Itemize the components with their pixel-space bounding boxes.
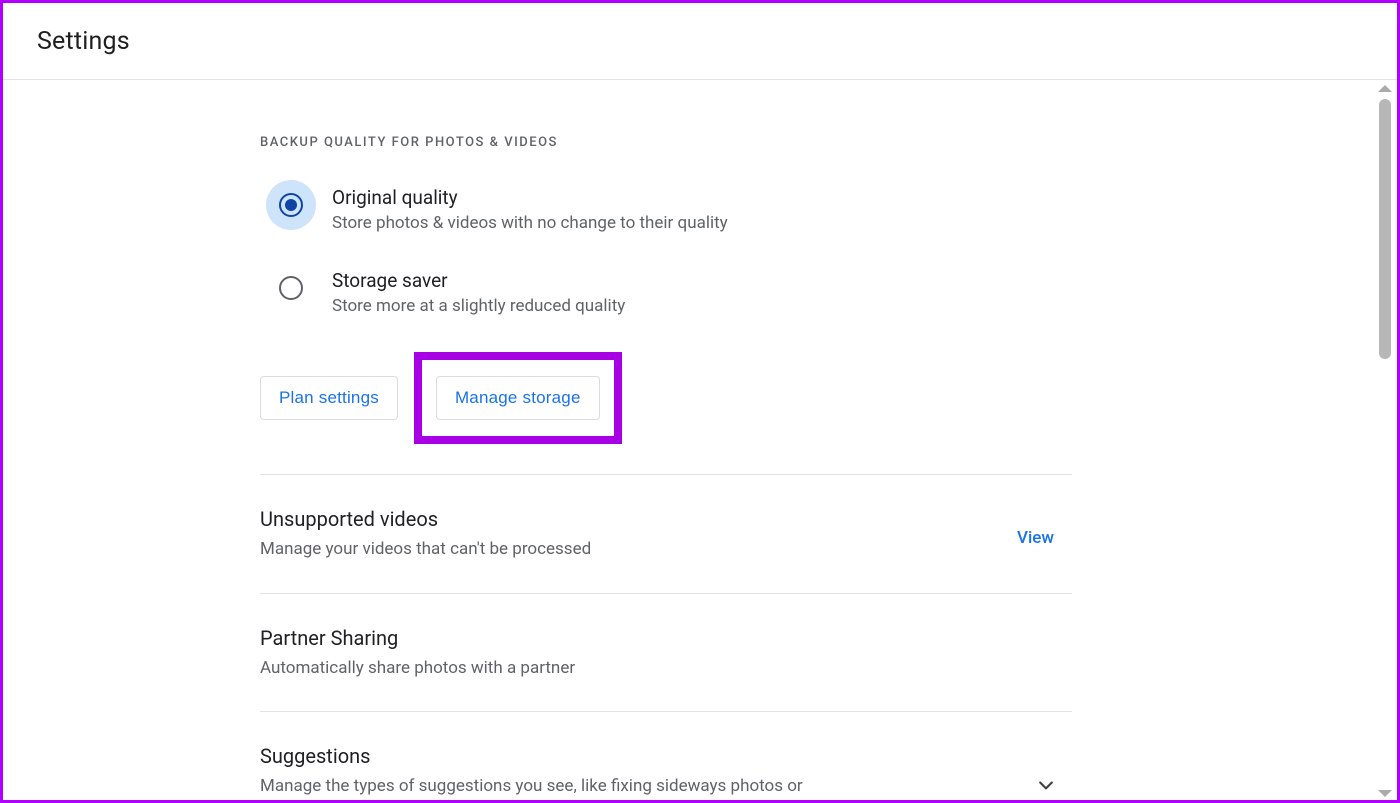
app-frame: Settings BACKUP QUALITY FOR PHOTOS & VID…	[0, 0, 1400, 803]
setting-title: Suggestions	[260, 744, 1016, 768]
view-link[interactable]: View	[1017, 528, 1054, 548]
backup-quality-section-label: BACKUP QUALITY FOR PHOTOS & VIDEOS	[260, 135, 1072, 150]
setting-row-unsupported-videos[interactable]: Unsupported videos Manage your videos th…	[260, 475, 1072, 594]
storage-buttons-row: Plan settings Manage storage	[260, 352, 1072, 444]
scroll-down-arrow-icon	[1378, 790, 1392, 797]
radio-option-desc: Store photos & videos with no change to …	[332, 213, 1072, 233]
chevron-down-icon	[1036, 775, 1056, 795]
setting-desc: Manage your videos that can't be process…	[260, 537, 850, 563]
radio-option-storage-saver[interactable]: Storage saver Store more at a slightly r…	[260, 269, 1072, 316]
scroll-up-arrow-icon	[1378, 85, 1392, 92]
radio-button-unselected-icon	[266, 263, 316, 313]
plan-settings-button[interactable]: Plan settings	[260, 376, 398, 420]
expand-toggle[interactable]	[1036, 775, 1056, 795]
setting-row-suggestions[interactable]: Suggestions Manage the types of suggesti…	[260, 712, 1072, 803]
setting-title: Unsupported videos	[260, 507, 997, 531]
radio-option-title: Original quality	[332, 186, 1072, 209]
highlight-annotation: Manage storage	[414, 352, 622, 444]
setting-title: Partner Sharing	[260, 626, 1052, 650]
header-bar: Settings	[3, 3, 1397, 80]
setting-desc: Automatically share photos with a partne…	[260, 656, 850, 682]
setting-text: Partner Sharing Automatically share phot…	[260, 626, 1072, 682]
setting-text: Suggestions Manage the types of suggesti…	[260, 744, 1036, 803]
manage-storage-button[interactable]: Manage storage	[436, 376, 600, 420]
radio-option-title: Storage saver	[332, 269, 1072, 292]
setting-row-partner-sharing[interactable]: Partner Sharing Automatically share phot…	[260, 594, 1072, 713]
setting-text: Unsupported videos Manage your videos th…	[260, 507, 1017, 563]
radio-button-selected-icon	[266, 180, 316, 230]
vertical-scrollbar[interactable]	[1376, 85, 1394, 797]
radio-option-original-quality[interactable]: Original quality Store photos & videos w…	[260, 186, 1072, 233]
radio-option-desc: Store more at a slightly reduced quality	[332, 296, 1072, 316]
radio-option-text: Storage saver Store more at a slightly r…	[332, 269, 1072, 316]
content-scroll-area: BACKUP QUALITY FOR PHOTOS & VIDEOS Origi…	[3, 80, 1397, 800]
settings-content: BACKUP QUALITY FOR PHOTOS & VIDEOS Origi…	[260, 80, 1072, 803]
scrollbar-thumb[interactable]	[1379, 99, 1391, 359]
radio-option-text: Original quality Store photos & videos w…	[332, 186, 1072, 233]
setting-desc: Manage the types of suggestions you see,…	[260, 774, 850, 803]
page-title: Settings	[37, 27, 130, 56]
